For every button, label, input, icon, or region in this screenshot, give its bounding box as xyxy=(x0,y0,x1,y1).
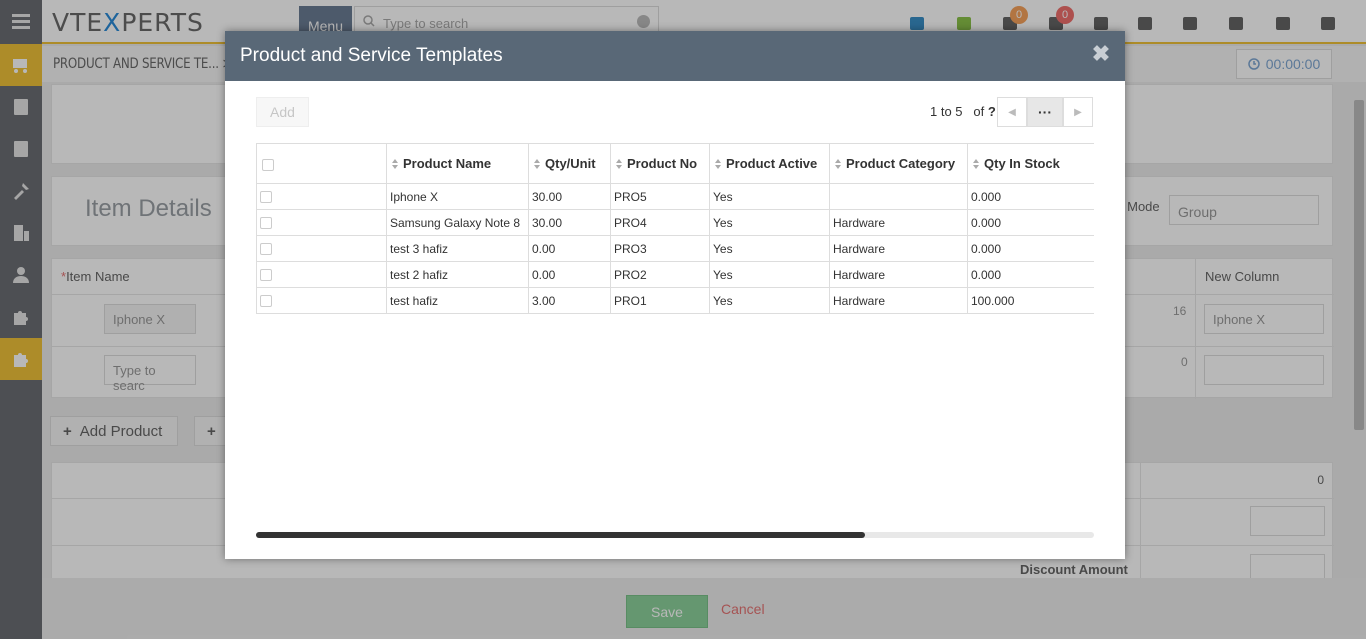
category-cell: Hardware xyxy=(829,235,968,262)
prev-page-button[interactable]: ◀ xyxy=(997,97,1027,127)
sort-icon xyxy=(973,159,980,169)
col-product-no[interactable]: Product No xyxy=(610,143,710,184)
modal-header: Product and Service Templates ✖ xyxy=(225,31,1125,81)
sort-icon xyxy=(835,159,842,169)
product-name-cell[interactable]: test 3 hafiz xyxy=(386,235,529,262)
more-pages-button[interactable]: ··· xyxy=(1027,97,1063,127)
sort-icon xyxy=(616,159,623,169)
product-no-cell: PRO2 xyxy=(610,261,710,288)
col-product-category[interactable]: Product Category xyxy=(829,143,968,184)
category-cell: Hardware xyxy=(829,287,968,314)
active-cell: Yes xyxy=(709,287,830,314)
grid-header-row: Product Name Qty/Unit Product No Product… xyxy=(256,143,1094,184)
row-checkbox[interactable] xyxy=(256,209,387,236)
active-cell: Yes xyxy=(709,261,830,288)
product-name-link[interactable]: Iphone X xyxy=(386,183,529,210)
table-row[interactable]: test hafiz 3.00 PRO1 Yes Hardware 100.00… xyxy=(256,287,1094,314)
category-cell: Hardware xyxy=(829,209,968,236)
stock-cell: 0.000 xyxy=(967,235,1094,262)
active-cell: Yes xyxy=(709,235,830,262)
stock-cell: 0.000 xyxy=(967,261,1094,288)
row-checkbox[interactable] xyxy=(256,261,387,288)
templates-grid: Product Name Qty/Unit Product No Product… xyxy=(256,143,1094,343)
pager-text: 1 to 5 of ? xyxy=(930,104,996,119)
horizontal-scrollbar[interactable] xyxy=(256,532,1094,538)
sort-icon xyxy=(534,159,541,169)
active-cell: Yes xyxy=(709,183,830,210)
product-templates-modal: Product and Service Templates ✖ Add 1 to… xyxy=(225,31,1125,559)
row-checkbox[interactable] xyxy=(256,235,387,262)
sort-icon xyxy=(715,159,722,169)
table-row[interactable]: test 2 hafiz 0.00 PRO2 Yes Hardware 0.00… xyxy=(256,261,1094,288)
stock-cell: 0.000 xyxy=(967,183,1094,210)
stock-cell: 0.000 xyxy=(967,209,1094,236)
next-page-button[interactable]: ▶ xyxy=(1063,97,1093,127)
select-all-checkbox[interactable] xyxy=(256,143,387,184)
modal-title: Product and Service Templates xyxy=(240,45,503,66)
col-qty-unit[interactable]: Qty/Unit xyxy=(528,143,611,184)
scrollbar-thumb[interactable] xyxy=(256,532,865,538)
row-checkbox[interactable] xyxy=(256,183,387,210)
close-icon[interactable]: ✖ xyxy=(1091,43,1111,65)
qty-unit-cell: 30.00 xyxy=(528,183,611,210)
row-checkbox[interactable] xyxy=(256,287,387,314)
product-no-cell: PRO3 xyxy=(610,235,710,262)
table-row[interactable]: Samsung Galaxy Note 8 30.00 PRO4 Yes Har… xyxy=(256,209,1094,236)
product-name-cell[interactable]: Samsung Galaxy Note 8 xyxy=(386,209,529,236)
product-no-cell: PRO1 xyxy=(610,287,710,314)
qty-unit-cell: 0.00 xyxy=(528,235,611,262)
table-row[interactable]: test 3 hafiz 0.00 PRO3 Yes Hardware 0.00… xyxy=(256,235,1094,262)
pager-total[interactable]: ? xyxy=(988,104,996,119)
qty-unit-cell: 3.00 xyxy=(528,287,611,314)
sort-icon xyxy=(392,159,399,169)
col-product-name[interactable]: Product Name xyxy=(386,143,529,184)
product-no-cell: PRO4 xyxy=(610,209,710,236)
product-name-cell[interactable]: test 2 hafiz xyxy=(386,261,529,288)
qty-unit-cell: 0.00 xyxy=(528,261,611,288)
add-button[interactable]: Add xyxy=(256,97,309,127)
table-row[interactable]: Iphone X 30.00 PRO5 Yes 0.000 xyxy=(256,183,1094,210)
product-no-cell: PRO5 xyxy=(610,183,710,210)
col-product-active[interactable]: Product Active xyxy=(709,143,830,184)
active-cell: Yes xyxy=(709,209,830,236)
category-cell xyxy=(829,183,968,210)
col-qty-in-stock[interactable]: Qty In Stock xyxy=(967,143,1094,184)
product-name-cell[interactable]: test hafiz xyxy=(386,287,529,314)
qty-unit-cell: 30.00 xyxy=(528,209,611,236)
stock-cell: 100.000 xyxy=(967,287,1094,314)
category-cell: Hardware xyxy=(829,261,968,288)
